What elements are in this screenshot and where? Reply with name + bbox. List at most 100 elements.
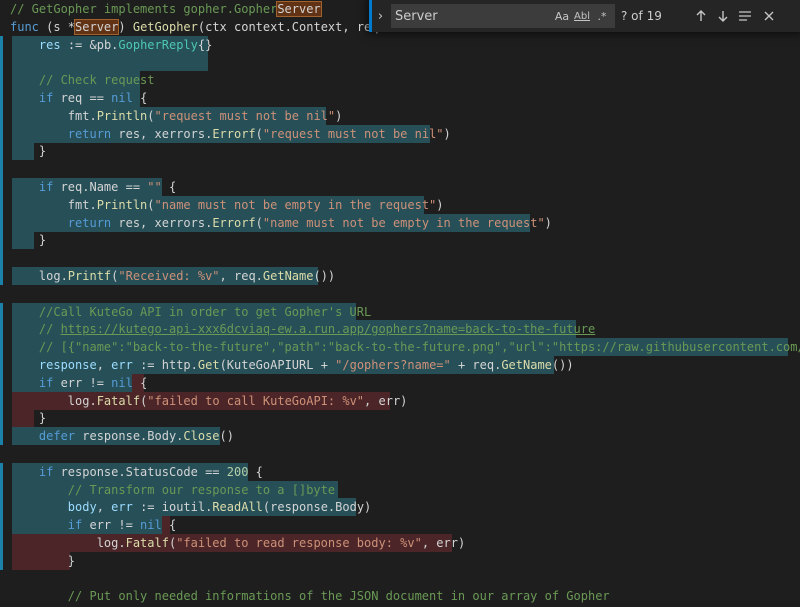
code-line[interactable]: return res, xerrors.Errorf("request must… (0, 124, 800, 143)
code-line[interactable]: body, err := ioutil.ReadAll(response.Bod… (0, 498, 800, 517)
code-line[interactable]: // [{"name":"back-to-the-future","path":… (0, 338, 800, 357)
code-text: //Call KuteGo API in order to get Gopher… (10, 303, 371, 321)
code-line[interactable]: response, err := http.Get(KuteGoAPIURL +… (0, 356, 800, 374)
code-token: return (10, 215, 112, 230)
code-line[interactable] (0, 285, 800, 303)
next-match-button[interactable] (713, 6, 733, 26)
code-token: := http. (132, 358, 198, 372)
match-case-toggle[interactable]: Aa (553, 8, 571, 24)
code-token: nil (111, 91, 133, 105)
code-token: ( (147, 197, 155, 212)
gutter-marker (0, 445, 12, 463)
code-line[interactable] (0, 53, 800, 72)
code-text: if req.Name == "" { (10, 178, 176, 196)
code-line[interactable]: if err != nil { (0, 516, 800, 535)
code-token: "Received: %v" (118, 269, 220, 283)
code-line[interactable]: defer response.Body.Close() (0, 427, 800, 446)
toggle-replace-button[interactable]: › (369, 0, 389, 32)
code-token: ReadAll (212, 500, 263, 515)
code-line[interactable]: // Check request (0, 71, 800, 90)
selection-highlight (12, 53, 208, 72)
code-text: return res, xerrors.Errorf("request must… (10, 125, 451, 143)
search-match: Server (74, 18, 120, 35)
code-text: log.Fatalf("failed to call KuteGoAPI: %v… (10, 392, 408, 410)
code-line[interactable] (0, 249, 800, 268)
code-text: // Check request (10, 71, 155, 89)
code-line[interactable] (0, 445, 800, 463)
code-token: ()) (551, 358, 574, 372)
code-token: := &pb. (60, 37, 119, 52)
code-text: res := &pb.GopherReply{} (10, 36, 212, 54)
code-line[interactable]: fmt.Println("name must not be empty in t… (0, 195, 800, 214)
code-token: err (111, 358, 133, 372)
code-token: ( (255, 126, 263, 141)
regex-toggle[interactable]: .* (593, 8, 611, 24)
code-line[interactable]: if req == nil { (0, 89, 800, 107)
code-token: if (10, 180, 54, 194)
code-token: res, xerrors. (111, 126, 213, 141)
code-token: } (10, 144, 47, 159)
code-line[interactable]: // https://kutego-api-xxx6dcviaq-ew.a.ru… (0, 320, 800, 339)
code-token: err != (82, 518, 141, 533)
code-token: ) (443, 126, 451, 141)
code-text: response, err := http.Get(KuteGoAPIURL +… (10, 356, 574, 374)
code-token: { (132, 375, 148, 390)
code-token: := ioutil. (132, 500, 213, 515)
code-line[interactable]: log.Fatalf("failed to read response body… (0, 534, 800, 552)
code-line[interactable] (0, 160, 800, 179)
code-line[interactable]: } (0, 409, 800, 428)
code-text: // https://kutego-api-xxx6dcviaq-ew.a.ru… (10, 320, 595, 338)
find-input[interactable] (391, 4, 559, 28)
code-line[interactable] (0, 570, 800, 588)
whole-word-toggle[interactable]: Abl (573, 8, 591, 24)
code-line[interactable]: log.Fatalf("failed to call KuteGoAPI: %v… (0, 391, 800, 410)
code-token: log. (10, 269, 68, 283)
close-find-button[interactable] (759, 6, 779, 26)
code-token: fmt. (10, 108, 97, 123)
code-line[interactable]: //Call KuteGo API in order to get Gopher… (0, 302, 800, 321)
code-token: 200 (226, 464, 249, 479)
code-token: GopherReply (118, 37, 198, 52)
code-line[interactable]: } (0, 142, 800, 161)
code-token: body (10, 500, 97, 515)
code-token: GetName (262, 269, 314, 283)
previous-match-button[interactable] (691, 6, 711, 26)
find-in-selection-button[interactable] (735, 6, 755, 26)
code-token: if (10, 375, 54, 390)
code-text: // GetGopher implements gopher.GopherSer… (10, 0, 322, 18)
gutter-marker (0, 53, 12, 72)
code-token: Println (96, 197, 148, 212)
code-token: { (161, 518, 177, 533)
code-token: req.Name == (53, 180, 148, 194)
code-token: ) (335, 108, 343, 123)
code-line[interactable]: if response.StatusCode == 200 { (0, 462, 800, 481)
code-line[interactable]: if req.Name == "" { (0, 178, 800, 196)
code-line[interactable]: return res, xerrors.Errorf("name must no… (0, 213, 800, 232)
search-match: Server (276, 1, 322, 17)
code-line[interactable]: fmt.Println("request must not be nil") (0, 106, 800, 125)
code-token: // Transform our response to a []byte (10, 482, 336, 497)
code-token: (ctx context.Context, req (197, 19, 379, 34)
code-token: err (111, 500, 133, 515)
code-line[interactable]: } (0, 231, 800, 250)
close-icon (764, 11, 774, 21)
code-token: // Put only needed informations of the J… (10, 589, 610, 604)
code-text: // Put only needed informations of the J… (10, 587, 610, 605)
code-editor[interactable]: // GetGopher implements gopher.GopherSer… (0, 0, 800, 607)
code-token: ( (147, 108, 155, 123)
code-line[interactable]: // Put only needed informations of the J… (0, 587, 800, 605)
code-text: if err != nil { (10, 374, 147, 392)
code-line[interactable]: } (0, 551, 800, 570)
code-text: log.Fatalf("failed to read response body… (10, 534, 466, 552)
code-line[interactable]: log.Printf("Received: %v", req.GetName()… (0, 267, 800, 285)
code-token: (s * (38, 19, 76, 34)
code-token: , (96, 358, 112, 372)
code-line[interactable]: if err != nil { (0, 373, 800, 392)
code-token: // (10, 322, 61, 337)
code-line[interactable]: // Transform our response to a []byte (0, 480, 800, 499)
code-text: } (10, 409, 46, 427)
code-token: "failed to call KuteGoAPI: %v" (147, 393, 365, 408)
code-line[interactable]: res := &pb.GopherReply{} (0, 35, 800, 54)
code-token: "request must not be nil" (154, 108, 336, 123)
code-token: "name must not be empty in the request" (262, 215, 545, 230)
